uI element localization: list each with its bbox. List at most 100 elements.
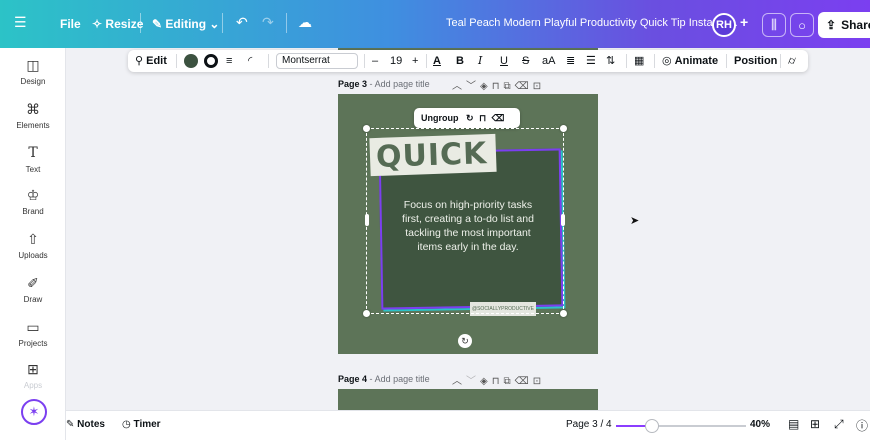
animate-button[interactable]: ◎ Animate	[662, 50, 718, 72]
sidebar-item-uploads[interactable]: ⇧ Uploads	[0, 230, 66, 260]
lock-icon[interactable]: ⊓	[492, 81, 504, 92]
hide-icon[interactable]: ◈	[480, 376, 492, 387]
sidebar-item-draw[interactable]: ✐ Draw	[0, 274, 66, 304]
resize-label: Resize	[105, 17, 144, 31]
page-3-header[interactable]: Page 3 - Add page title	[338, 79, 430, 89]
share-button[interactable]: ⇪ Share	[818, 12, 870, 38]
sidebar-item-apps[interactable]: ⊞ Apps	[0, 360, 66, 390]
page-4-title-input[interactable]: Add page title	[375, 374, 430, 384]
sidebar-item-design[interactable]: ◫ Design	[0, 56, 66, 86]
page-3-card[interactable]: Ungroup ↻ ⊓ ⌫ QUICK TIP Focus on high-pr…	[338, 94, 598, 354]
edit-button[interactable]: ⚲ Edit	[135, 50, 167, 72]
border-style-icon[interactable]: ≡	[226, 50, 232, 72]
sidebar-item-label: Elements	[16, 121, 50, 130]
trash-icon[interactable]: ⌫	[492, 113, 505, 123]
corner-rounding-icon[interactable]: ◜	[248, 50, 252, 72]
magic-assistant-button[interactable]: ✶	[21, 399, 47, 425]
avatar[interactable]: RH	[712, 13, 736, 37]
document-title[interactable]: Teal Peach Modern Playful Productivity Q…	[446, 17, 738, 29]
rotate-icon[interactable]: ↻	[466, 113, 474, 123]
zoom-level[interactable]: 40%	[750, 419, 770, 430]
resize-handle[interactable]	[560, 125, 567, 132]
duplicate-icon[interactable]: ⧉	[504, 376, 515, 387]
redo-icon[interactable]: ↷	[262, 14, 274, 31]
sidebar-item-label: Apps	[23, 381, 43, 390]
paint-roller-icon[interactable]: ⌭	[788, 50, 796, 72]
sidebar-item-elements[interactable]: ⌘ Elements	[0, 100, 66, 130]
notes-button[interactable]: ✎ Notes	[66, 419, 105, 430]
list-icon[interactable]: ☰	[586, 50, 596, 72]
border-color-swatch[interactable]	[204, 54, 218, 68]
bold-icon[interactable]: B	[456, 50, 464, 72]
align-center-icon[interactable]: ≣	[566, 50, 575, 72]
font-size-input[interactable]: 19	[390, 50, 402, 72]
transparency-icon[interactable]: ▦	[634, 50, 644, 72]
uploads-icon: ⇧	[27, 231, 39, 247]
add-collaborator-icon[interactable]: +	[740, 14, 748, 30]
insights-icon[interactable]: ⫼	[762, 13, 786, 37]
chevron-up-icon[interactable]: ︿	[452, 81, 466, 92]
duplicate-icon[interactable]: ⧉	[504, 81, 515, 92]
sidebar-item-label: Text	[25, 165, 41, 174]
text-icon: T	[28, 145, 38, 161]
chevron-up-icon[interactable]: ︿	[452, 376, 466, 387]
file-menu[interactable]: File	[60, 17, 81, 31]
rotate-handle[interactable]: ↻	[458, 334, 472, 348]
sidebar-item-label: Draw	[23, 295, 43, 304]
divider	[726, 54, 727, 68]
timer-label: Timer	[133, 419, 161, 430]
hamburger-icon[interactable]: ☰	[14, 14, 27, 31]
chevron-down-icon[interactable]: ﹀	[466, 376, 480, 387]
underline-icon[interactable]: U	[500, 50, 508, 72]
spacing-icon[interactable]: ⇅	[606, 50, 615, 72]
font-family-select[interactable]: Montserrat	[276, 53, 358, 69]
font-size-decrease-icon[interactable]: –	[372, 50, 378, 72]
ungroup-button[interactable]: Ungroup	[421, 113, 459, 123]
cloud-saved-icon[interactable]: ☁	[298, 14, 312, 31]
letter-case-icon[interactable]: aA	[542, 50, 555, 72]
zoom-slider-track[interactable]	[616, 419, 746, 433]
help-icon[interactable]: ⓘ	[856, 417, 868, 434]
resize-handle[interactable]	[560, 310, 567, 317]
lock-icon[interactable]: ⊓	[492, 376, 504, 387]
grid-view-icon[interactable]: ⊞	[810, 417, 820, 431]
sidebar-item-label: Uploads	[18, 251, 48, 260]
fullscreen-icon[interactable]: ⤢	[834, 417, 844, 432]
apps-icon: ⊞	[27, 361, 39, 377]
resize-button[interactable]: ✧ Resize	[92, 17, 143, 31]
pages-view-icon[interactable]: ▤	[788, 417, 799, 431]
editing-dropdown[interactable]: ✎ Editing ⌄	[152, 17, 219, 31]
page-4-card[interactable]	[338, 389, 598, 410]
sidebar-item-projects[interactable]: ▭ Projects	[0, 318, 66, 348]
canvas-area[interactable]: Page 3 - Add page title ︿﹀◈⊓⧉⌫⊡ Ungroup …	[66, 48, 870, 410]
trash-icon[interactable]: ⌫	[515, 81, 533, 92]
editing-label: Editing	[165, 17, 207, 31]
position-button[interactable]: Position	[734, 50, 777, 72]
add-page-icon[interactable]: ⊡	[533, 376, 545, 387]
strikethrough-icon[interactable]: S	[522, 50, 529, 72]
comment-icon[interactable]: ○	[790, 13, 814, 37]
resize-handle[interactable]	[363, 125, 370, 132]
lock-icon[interactable]: ⊓	[479, 113, 486, 123]
sidebar-item-brand[interactable]: ♔ Brand	[0, 186, 66, 216]
hide-icon[interactable]: ◈	[480, 81, 492, 92]
selection-box[interactable]	[366, 128, 564, 314]
font-size-increase-icon[interactable]: +	[412, 50, 418, 72]
undo-icon[interactable]: ↶	[236, 14, 248, 31]
italic-icon[interactable]: I	[478, 50, 482, 72]
resize-handle[interactable]	[363, 310, 370, 317]
chevron-down-icon[interactable]: ﹀	[466, 81, 480, 92]
page-indicator[interactable]: Page 3 / 4	[566, 419, 612, 430]
timer-button[interactable]: ◷ Timer	[122, 419, 161, 430]
divider	[364, 54, 365, 68]
page-3-title-input[interactable]: Add page title	[375, 79, 430, 89]
zoom-slider-thumb[interactable]	[645, 419, 660, 433]
page-4-header[interactable]: Page 4 - Add page title	[338, 374, 430, 384]
side-handle[interactable]	[365, 214, 369, 226]
sidebar-item-text[interactable]: T Text	[0, 144, 66, 174]
fill-color-swatch[interactable]	[184, 54, 198, 68]
trash-icon[interactable]: ⌫	[515, 376, 533, 387]
side-handle[interactable]	[561, 214, 565, 226]
text-color-icon[interactable]: A	[433, 50, 441, 72]
add-page-icon[interactable]: ⊡	[533, 81, 545, 92]
